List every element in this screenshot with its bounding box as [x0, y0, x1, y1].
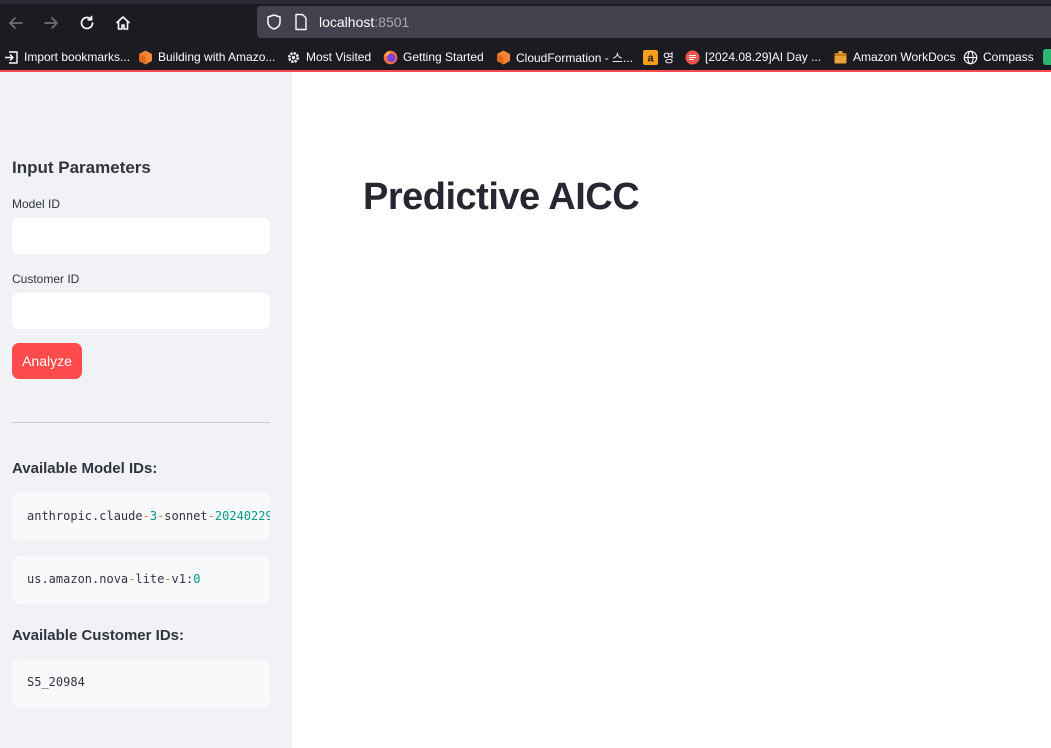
home-button[interactable] [112, 12, 134, 34]
model-id-input[interactable] [12, 218, 270, 254]
forward-arrow-icon [44, 17, 58, 29]
model-id-code: anthropic.claude-3-sonnet-20240229-v1:0 [27, 509, 270, 523]
bookmark-label: Import bookmarks... [24, 50, 131, 64]
overflow-bookmark-icon[interactable] [1043, 49, 1051, 65]
bookmark-compass[interactable]: Compass [963, 48, 1034, 66]
address-bar[interactable]: localhost:8501 [257, 6, 1051, 38]
customer-id-label: Customer ID [12, 272, 80, 286]
browser-toolbar: localhost:8501 [0, 0, 1051, 44]
page-icon [295, 13, 307, 31]
sidebar: Input Parameters Model ID Customer ID An… [0, 72, 292, 748]
available-models-heading: Available Model IDs: [12, 460, 158, 477]
svg-text:a: a [647, 52, 654, 64]
customer-id-input[interactable] [12, 293, 270, 329]
shield-icon[interactable] [265, 13, 283, 31]
reload-button[interactable] [76, 12, 98, 34]
bookmark-label: Compass [983, 50, 1034, 64]
url-text[interactable]: localhost:8501 [319, 14, 409, 30]
bookmark-label: Building with Amazo... [158, 50, 276, 64]
bookmark-amazon-workdocs[interactable]: Amazon WorkDocs [833, 48, 955, 66]
page-title: Predictive AICC [363, 176, 640, 218]
tab-strip [0, 0, 1051, 4]
bookmark-most-visited[interactable]: Most Visited [286, 48, 371, 66]
url-port: :8501 [374, 14, 410, 30]
forward-button[interactable] [40, 12, 62, 34]
back-arrow-icon [9, 17, 23, 29]
bookmark-label: Getting Started [403, 50, 484, 64]
model-id-code: us.amazon.nova-lite-v1:0 [27, 572, 201, 586]
aws-cube-icon [496, 50, 511, 65]
workdocs-icon [833, 50, 848, 65]
bookmark-building-with-amazon[interactable]: Building with Amazo... [138, 48, 275, 66]
sidebar-divider [12, 422, 270, 423]
bookmark-cloudformation[interactable]: CloudFormation - 스... [496, 48, 633, 66]
bookmark-import[interactable]: Import bookmarks... [4, 48, 130, 66]
import-icon [4, 50, 19, 65]
firefox-icon [383, 50, 398, 65]
bookmark-ai-day[interactable]: [2024.08.29]AI Day ... [685, 48, 821, 66]
reload-icon [80, 15, 94, 30]
sidebar-title: Input Parameters [12, 158, 151, 177]
analyze-button[interactable]: Analyze [12, 343, 82, 379]
home-icon [115, 16, 131, 30]
main-content: Predictive AICC [292, 72, 1051, 748]
customer-id-code: S5_20984 [27, 675, 85, 689]
globe-icon [963, 50, 978, 65]
bookmark-amazon-korean[interactable]: a 영 [643, 48, 674, 66]
model-id-code-block[interactable]: us.amazon.nova-lite-v1:0 [12, 556, 270, 604]
customer-id-code-block[interactable]: S5_20984 [12, 659, 270, 707]
model-id-code-block[interactable]: anthropic.claude-3-sonnet-20240229-v1:0 [12, 493, 270, 541]
bookmark-label: [2024.08.29]AI Day ... [705, 50, 822, 64]
model-id-label: Model ID [12, 197, 61, 211]
amazon-a-icon: a [643, 49, 658, 65]
available-customers-heading: Available Customer IDs: [12, 627, 184, 644]
bookmark-label: 영 [663, 50, 675, 65]
bookmark-label: Most Visited [306, 50, 372, 64]
aws-cube-icon [138, 50, 153, 65]
bookmark-label: Amazon WorkDocs [853, 50, 956, 64]
url-host: localhost [319, 14, 375, 30]
gear-icon [286, 50, 301, 65]
bookmarks-bar: Import bookmarks... Building with Amazo.… [0, 44, 1051, 70]
bookmark-getting-started[interactable]: Getting Started [383, 48, 484, 66]
back-button[interactable] [5, 12, 27, 34]
quip-icon [685, 50, 700, 65]
bookmark-label: CloudFormation - 스... [516, 50, 634, 65]
